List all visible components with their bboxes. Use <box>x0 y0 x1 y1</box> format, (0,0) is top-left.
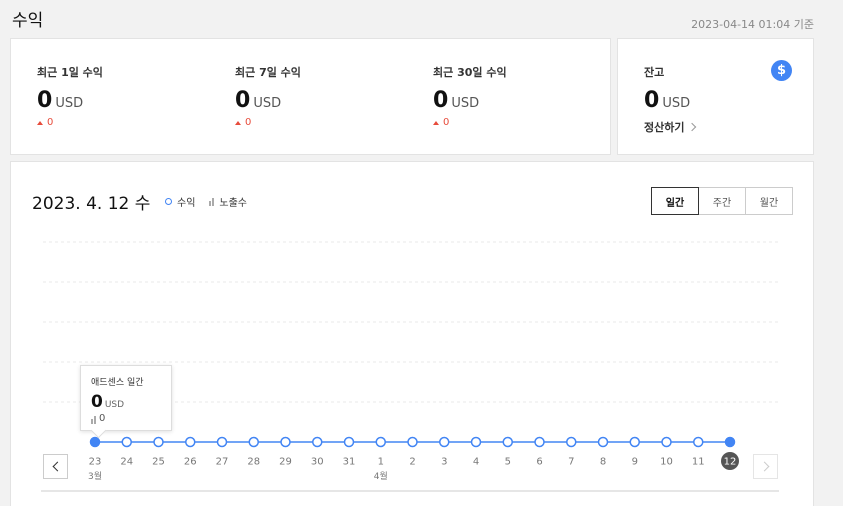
stat-unit: USD <box>55 96 84 111</box>
data-point <box>661 436 672 448</box>
x-tick-label: 23 <box>89 457 102 468</box>
x-tick-label: 31 <box>343 457 356 468</box>
data-point <box>248 436 259 448</box>
stat-value: 0 <box>433 88 449 113</box>
chart-tooltip: 애드센스 일간 0 USD 0 <box>80 365 172 431</box>
increase-arrow-icon <box>235 120 241 125</box>
data-point <box>153 436 164 448</box>
data-point <box>375 436 386 448</box>
tab-daily[interactable]: 일간 <box>651 187 699 215</box>
tab-weekly[interactable]: 주간 <box>698 187 746 215</box>
increase-arrow-icon <box>433 120 439 125</box>
x-tick-label: 6 <box>536 457 542 468</box>
x-tick-label: 10 <box>660 457 673 468</box>
x-tick-label: 26 <box>184 457 197 468</box>
stat-label: 최근 7일 수익 <box>235 66 301 79</box>
settle-link[interactable]: 정산하기 <box>644 119 697 135</box>
x-tick-label: 25 <box>152 457 165 468</box>
stat-unit: USD <box>451 96 480 111</box>
data-point <box>693 436 704 448</box>
x-tick-label: 4 <box>473 457 479 468</box>
balance-value: 0 <box>644 88 660 113</box>
bar-chart-icon <box>209 197 215 206</box>
x-tick-label: 5 <box>505 457 511 468</box>
data-point <box>534 436 545 448</box>
balance-unit: USD <box>662 96 691 111</box>
tooltip-value: 0 <box>91 392 103 412</box>
revenue-summary-card: 최근 1일 수익 0 USD 0 최근 7일 수익 0 USD 0 최근 30일 수… <box>10 38 611 155</box>
stat-delta: 0 <box>443 117 450 128</box>
month-label: 4월 <box>374 470 388 482</box>
settle-link-label: 정산하기 <box>644 121 685 134</box>
chart-legend: 수익 노출수 <box>165 194 247 209</box>
next-period-button[interactable] <box>753 454 778 479</box>
data-point <box>343 436 355 448</box>
x-tick-label: 27 <box>216 457 229 468</box>
tooltip-impressions: 0 <box>99 413 106 424</box>
data-point <box>629 436 640 448</box>
legend-revenue: 수익 <box>165 194 195 209</box>
x-tick-label: 29 <box>279 457 292 468</box>
stat-label: 최근 1일 수익 <box>37 66 103 79</box>
data-point <box>312 436 323 448</box>
data-point <box>724 436 736 448</box>
data-point <box>439 436 450 448</box>
month-label: 3월 <box>88 470 102 482</box>
stat-1day: 최근 1일 수익 0 USD 0 <box>37 64 103 128</box>
data-point <box>566 436 577 448</box>
x-tick-label: 30 <box>311 457 324 468</box>
prev-period-button[interactable] <box>43 454 68 479</box>
increase-arrow-icon <box>37 120 43 125</box>
data-point <box>185 436 196 448</box>
x-tick-label: 8 <box>600 457 606 468</box>
stat-7day: 최근 7일 수익 0 USD 0 <box>235 64 301 128</box>
stat-value: 0 <box>37 88 53 113</box>
tooltip-title: 애드센스 일간 <box>91 378 144 388</box>
stat-unit: USD <box>253 96 282 111</box>
x-tick-label: 7 <box>568 457 574 468</box>
data-timestamp: 2023-04-14 01:04 기준 <box>691 18 814 31</box>
data-point <box>597 436 609 448</box>
stat-delta: 0 <box>245 117 252 128</box>
data-point <box>407 436 418 448</box>
balance-card: 잔고 0 USD $ 정산하기 <box>617 38 814 155</box>
legend-revenue-label: 수익 <box>177 198 196 209</box>
x-tick-label: 2 <box>409 457 415 468</box>
balance-label: 잔고 <box>644 66 665 79</box>
period-tabs: 일간 주간 월간 <box>651 187 793 215</box>
dollar-icon: $ <box>771 60 792 81</box>
revenue-chart-card: 23 24 25 26 27 28 29 30 31 1 2 3 4 5 6 7 8 9 10 11 12 3월 4월 20… <box>10 161 814 506</box>
stat-value: 0 <box>235 88 251 113</box>
data-point <box>470 436 482 448</box>
chart-date: 2023. 4. 12 수 <box>32 194 151 214</box>
x-tick-label: 12 <box>724 457 737 468</box>
chevron-right-icon <box>759 461 769 472</box>
data-point <box>121 436 132 448</box>
stat-label: 최근 30일 수익 <box>433 66 507 79</box>
data-point <box>216 436 228 448</box>
data-point <box>89 436 101 448</box>
x-tick-label: 24 <box>120 457 133 468</box>
data-point <box>280 436 291 448</box>
stat-balance: 잔고 0 USD <box>644 64 690 113</box>
x-tick-label: 3 <box>441 457 447 468</box>
tooltip-unit: USD <box>104 400 125 410</box>
page-title: 수익 <box>12 11 44 31</box>
x-tick-label: 9 <box>632 457 638 468</box>
x-tick-label: 1 <box>378 457 384 468</box>
data-point <box>502 436 513 448</box>
x-tick-label: 11 <box>692 457 705 468</box>
stat-delta: 0 <box>47 117 54 128</box>
stat-30day: 최근 30일 수익 0 USD 0 <box>433 64 507 128</box>
chevron-left-icon <box>52 461 62 472</box>
circle-icon <box>165 198 172 205</box>
x-tick-label: 28 <box>247 457 260 468</box>
legend-impressions-label: 노출수 <box>219 198 248 209</box>
chevron-right-icon <box>688 122 697 132</box>
legend-impressions: 노출수 <box>209 194 247 209</box>
tab-monthly[interactable]: 월간 <box>745 187 793 215</box>
bar-chart-icon <box>91 416 96 424</box>
